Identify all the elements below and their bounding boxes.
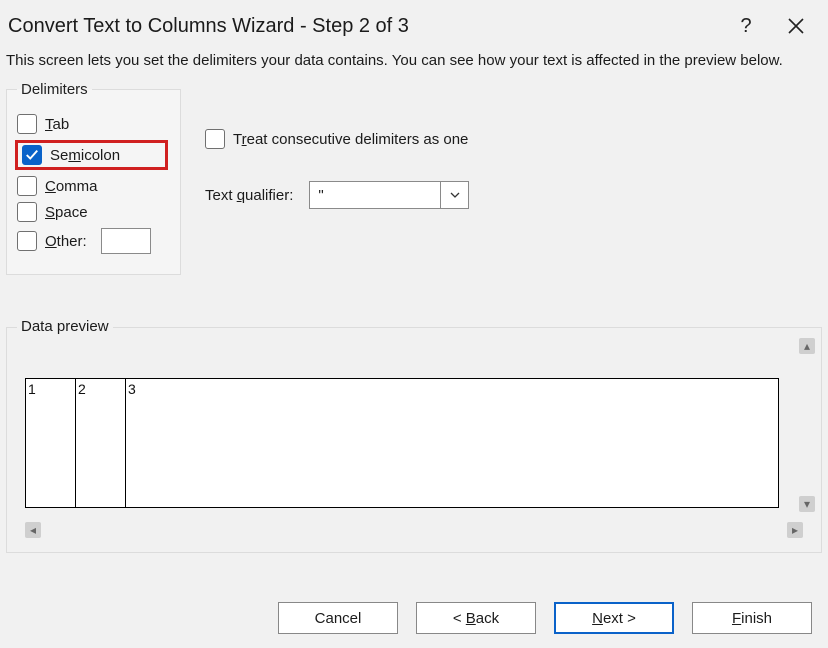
checkbox-label: Treat consecutive delimiters as one xyxy=(233,131,468,148)
data-preview-legend: Data preview xyxy=(17,318,113,335)
wizard-dialog: Convert Text to Columns Wizard - Step 2 … xyxy=(0,0,828,648)
text-qualifier-dropdown[interactable]: " xyxy=(309,181,469,209)
checkbox-box[interactable] xyxy=(17,202,37,222)
dropdown-value: " xyxy=(310,182,440,208)
scroll-right-icon[interactable]: ▸ xyxy=(787,522,803,538)
checkbox-other[interactable]: Other: xyxy=(17,228,166,254)
dialog-title: Convert Text to Columns Wizard - Step 2 … xyxy=(8,15,712,38)
checkbox-tab[interactable]: Tab xyxy=(17,114,166,134)
scroll-up-icon[interactable]: ▴ xyxy=(799,338,815,354)
checkbox-label: Other: xyxy=(45,233,87,250)
dialog-description: This screen lets you set the delimiters … xyxy=(0,48,828,81)
cancel-button[interactable]: Cancel xyxy=(278,602,398,634)
close-icon[interactable] xyxy=(780,10,812,42)
checkbox-label: Semicolon xyxy=(50,147,120,164)
button-row: Cancel < Back Next > Finish xyxy=(0,592,828,648)
preview-column: 3 xyxy=(126,379,778,507)
checkbox-label: Tab xyxy=(45,116,69,133)
checkbox-label: Comma xyxy=(45,178,98,195)
checkbox-space[interactable]: Space xyxy=(17,202,166,222)
qualifier-label: Text qualifier: xyxy=(205,187,293,204)
delimiters-group: Delimiters Tab Semicolon Comma Space xyxy=(6,81,181,275)
scroll-down-icon[interactable]: ▾ xyxy=(799,496,815,512)
checkbox-semicolon[interactable]: Semicolon xyxy=(15,140,168,170)
data-preview-grid: 1 2 3 xyxy=(25,378,779,508)
checkbox-box[interactable] xyxy=(205,129,225,149)
finish-button[interactable]: Finish xyxy=(692,602,812,634)
checkbox-comma[interactable]: Comma xyxy=(17,176,166,196)
scroll-left-icon[interactable]: ◂ xyxy=(25,522,41,538)
data-preview-group: Data preview 1 2 3 ▴ ▾ ◂ ▸ xyxy=(6,327,822,553)
preview-column: 2 xyxy=(76,379,126,507)
checkbox-box[interactable] xyxy=(17,114,37,134)
delimiters-legend: Delimiters xyxy=(17,81,92,98)
preview-column: 1 xyxy=(26,379,76,507)
title-bar: Convert Text to Columns Wizard - Step 2 … xyxy=(0,0,828,48)
checkbox-box[interactable] xyxy=(22,145,42,165)
chevron-down-icon[interactable] xyxy=(440,182,468,208)
checkbox-consecutive[interactable]: Treat consecutive delimiters as one xyxy=(205,129,822,149)
back-button[interactable]: < Back xyxy=(416,602,536,634)
next-button[interactable]: Next > xyxy=(554,602,674,634)
help-icon[interactable]: ? xyxy=(730,10,762,42)
checkbox-box[interactable] xyxy=(17,231,37,251)
checkbox-label: Space xyxy=(45,204,88,221)
other-delimiter-input[interactable] xyxy=(101,228,151,254)
checkbox-box[interactable] xyxy=(17,176,37,196)
